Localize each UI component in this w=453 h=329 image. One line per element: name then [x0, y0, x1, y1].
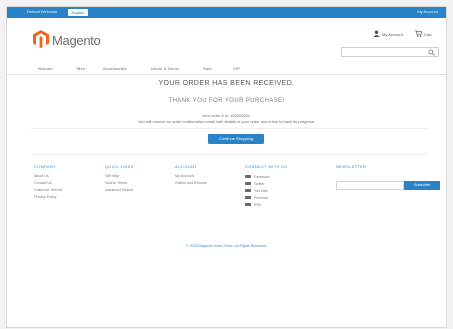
logo[interactable]: Magento: [33, 30, 123, 52]
main-navigation: Women Men Accessories Home & Decor Sale …: [7, 63, 446, 75]
continue-shopping-button[interactable]: Continue Shopping: [208, 134, 264, 144]
search-icon[interactable]: [428, 49, 435, 56]
divider: [31, 128, 427, 129]
footer-link[interactable]: Contact Us: [34, 180, 63, 187]
newsletter-email-field[interactable]: [336, 181, 404, 190]
footer-link[interactable]: About Us: [34, 173, 63, 180]
subscribe-button[interactable]: Subscribe: [404, 181, 440, 190]
footer-heading-quick-links: QUICK LINKS: [105, 164, 134, 169]
logo-text: Magento: [52, 33, 101, 48]
thank-you-heading: THANK YOU FOR YOUR PURCHASE!: [168, 98, 285, 104]
footer-link[interactable]: Advanced Search: [105, 187, 134, 194]
nav-item-accessories[interactable]: Accessories: [103, 66, 127, 71]
footer-account: ACCOUNT My Account Orders and Returns: [175, 164, 207, 187]
welcome-link[interactable]: My Account: [417, 9, 438, 14]
nav-item-sale[interactable]: Sale: [203, 66, 212, 71]
language-switcher[interactable]: English: [68, 9, 88, 16]
magento-logo-icon: [33, 30, 49, 48]
footer-quick-links: QUICK LINKS Site Map Search Terms Advanc…: [105, 164, 134, 194]
footer-heading-account: ACCOUNT: [175, 164, 197, 169]
page: Default Welcome English My Account Magen…: [6, 6, 447, 328]
footer-heading-newsletter: NEWSLETTER: [336, 164, 367, 169]
pinterest-icon: [245, 195, 251, 200]
social-link-pinterest[interactable]: Pinterest: [245, 194, 287, 201]
search-input[interactable]: [341, 47, 439, 57]
confirmation-info-text: You will receive an order confirmation e…: [137, 119, 316, 124]
top-bar: Default Welcome English My Account: [7, 7, 446, 18]
order-number-text: Your order # is: 100000051.: [201, 113, 252, 118]
footer-link[interactable]: My Account: [175, 173, 207, 180]
cart-link[interactable]: Cart: [424, 32, 432, 37]
footer-link[interactable]: Customer Service: [34, 187, 63, 194]
footer-link[interactable]: Search Terms: [105, 180, 134, 187]
social-link-twitter[interactable]: Twitter: [245, 180, 287, 187]
nav-item-men[interactable]: Men: [77, 66, 85, 71]
rss-icon: [245, 202, 251, 207]
footer-heading-company: COMPANY: [34, 164, 57, 169]
footer-link[interactable]: Privacy Policy: [34, 194, 63, 201]
social-link-youtube[interactable]: YouTube: [245, 187, 287, 194]
cart-icon: [415, 30, 422, 37]
page-title: YOUR ORDER HAS BEEN RECEIVED.: [158, 80, 295, 87]
footer-link[interactable]: Orders and Returns: [175, 180, 207, 187]
youtube-icon: [245, 188, 251, 193]
footer-link[interactable]: Site Map: [105, 173, 134, 180]
divider: [31, 154, 427, 155]
language-label: Default Welcome: [27, 9, 58, 14]
footer-company: COMPANY About Us Contact Us Customer Ser…: [34, 164, 63, 201]
footer-newsletter: NEWSLETTER: [336, 164, 366, 173]
account-link[interactable]: My Account: [382, 32, 403, 37]
user-icon: [373, 30, 380, 37]
footer-connect: CONNECT WITH US Facebook Twitter YouTube…: [245, 164, 287, 208]
nav-item-women[interactable]: Women: [38, 66, 53, 71]
social-link-rss[interactable]: RSS: [245, 201, 287, 208]
copyright: © 2015 Magento Demo Store. All Rights Re…: [185, 244, 268, 248]
social-link-facebook[interactable]: Facebook: [245, 173, 287, 180]
twitter-icon: [245, 181, 251, 186]
facebook-icon: [245, 174, 251, 179]
footer-heading-connect: CONNECT WITH US: [245, 164, 288, 169]
nav-item-vip[interactable]: VIP: [233, 66, 240, 71]
nav-item-home-decor[interactable]: Home & Decor: [151, 66, 180, 71]
